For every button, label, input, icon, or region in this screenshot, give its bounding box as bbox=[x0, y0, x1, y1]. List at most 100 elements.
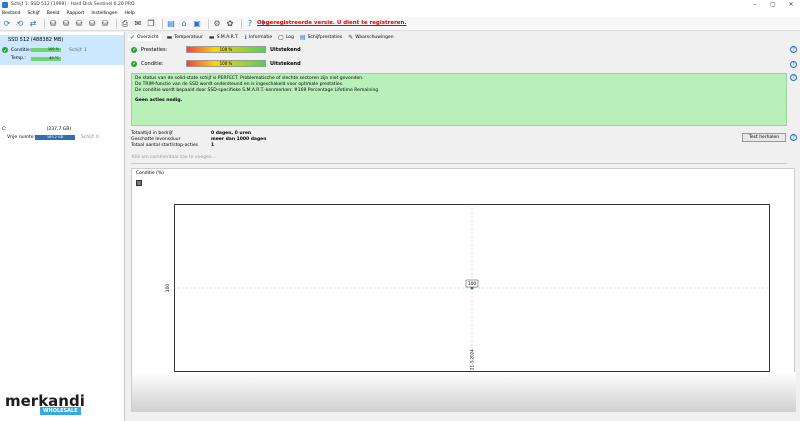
refresh-icon[interactable]: ⟳ bbox=[2, 19, 12, 29]
tab-alerts[interactable]: ✎ Waarschuwingen bbox=[348, 34, 393, 41]
sidebar-condition-row: ✔ Conditie: 100 % Schijf: 1 bbox=[2, 47, 87, 53]
free-space-label: Vrije ruimte: bbox=[7, 135, 36, 140]
tab-temperature[interactable]: ▬ Temperatuur bbox=[167, 34, 203, 41]
health-chart-panel: Conditie (%) 100 21-3-2024 100 bbox=[131, 168, 796, 412]
volume-free-row: Vrije ruimte: 163,2 GB Schijf: 0 bbox=[7, 135, 99, 140]
surface-test-icon[interactable]: ⛁ bbox=[74, 19, 84, 29]
window-title: Schijf 1: SSD 512 [1969] - Hard Disk Sen… bbox=[11, 2, 135, 7]
tab-label: S.M.A.R.T. bbox=[216, 35, 239, 40]
health-bar: 100 % bbox=[186, 60, 266, 67]
sidebar-disk-number: Schijf: 1 bbox=[69, 47, 87, 53]
repeat-test-button[interactable]: Test herhalen bbox=[742, 133, 786, 142]
performance-value: 100 % bbox=[219, 47, 233, 52]
image-icon[interactable]: ▣ bbox=[192, 19, 202, 29]
check-icon: ✔ bbox=[130, 34, 136, 41]
cog-icon[interactable]: ✿ bbox=[225, 19, 235, 29]
refresh-all-icon[interactable]: ⟲ bbox=[15, 19, 25, 29]
message-line: De conditie wordt bepaald door SSD-speci… bbox=[135, 88, 379, 93]
disk-list-item[interactable]: SSD 512 (488382 MB) ✔ Conditie: 100 % Sc… bbox=[0, 35, 124, 65]
performance-row: ✔ Prestaties: 100 % Uitstekend bbox=[131, 46, 301, 53]
document-icon[interactable]: ▤ bbox=[166, 19, 176, 29]
performance-verdict: Uitstekend bbox=[270, 46, 301, 53]
comment-input[interactable]: Klik om commentaar toe te voegen... bbox=[131, 155, 787, 164]
chart-y-tick-label: 100 bbox=[165, 284, 171, 293]
chart-svg: 100 21-3-2024 100 bbox=[165, 204, 770, 372]
sidebar-condition-label: Conditie: bbox=[11, 47, 32, 53]
menu-view[interactable]: Beeld bbox=[47, 11, 60, 16]
tab-bar: ✔ Overzicht ▬ Temperatuur ▬ S.M.A.R.T. ℹ Inf… bbox=[128, 33, 400, 42]
health-verdict: Uitstekend bbox=[270, 60, 301, 67]
help-icon[interactable]: ? bbox=[245, 19, 255, 29]
chart-data-label: 100 bbox=[468, 281, 477, 287]
message-action: Geen acties nodig. bbox=[135, 98, 183, 103]
volume-letter: C: bbox=[2, 127, 7, 132]
disk-name: SSD 512 (488382 MB) bbox=[8, 37, 64, 43]
menu-bar: Bestand Schijf Beeld Rapport Instellinge… bbox=[0, 9, 800, 17]
app-icon bbox=[2, 1, 8, 8]
sync-icon[interactable]: ⇄ bbox=[28, 19, 38, 29]
tab-information[interactable]: ℹ Informatie bbox=[245, 34, 273, 41]
info-key: Totaal aantal start/stop-acties bbox=[131, 143, 198, 148]
performance-bar: 100 % bbox=[186, 46, 266, 53]
health-label: Conditie: bbox=[141, 60, 164, 67]
tab-overview[interactable]: ✔ Overzicht bbox=[128, 34, 161, 41]
sidebar-condition-bar: 100 % bbox=[31, 47, 61, 52]
title-bar: Schijf 1: SSD 512 [1969] - Hard Disk Sen… bbox=[0, 0, 800, 9]
help-icon[interactable]: ? bbox=[790, 46, 797, 53]
tab-performance[interactable]: ▤ Schijfprestaties bbox=[300, 34, 342, 41]
tab-label: Waarschuwingen bbox=[355, 35, 394, 40]
tab-label: Schijfprestaties bbox=[307, 35, 343, 40]
sidebar-temp-value: 40 °C bbox=[49, 55, 59, 60]
toolbar-separator bbox=[208, 18, 209, 29]
tab-label: Temperatuur bbox=[174, 35, 203, 40]
menu-report[interactable]: Rapport bbox=[66, 11, 84, 16]
tab-label: Log bbox=[285, 35, 294, 40]
document-icon: ▢ bbox=[278, 34, 284, 41]
send-report-icon[interactable]: ✉ bbox=[133, 19, 143, 29]
check-icon: ✔ bbox=[131, 46, 137, 53]
info-row: Totaal aantal start/stop-acties 1 bbox=[131, 143, 266, 149]
free-space-bar: 163,2 GB bbox=[35, 135, 75, 140]
disk-icon[interactable]: ⛁ bbox=[48, 19, 58, 29]
sidebar: SSD 512 (488382 MB) ✔ Conditie: 100 % Sc… bbox=[0, 32, 125, 421]
health-value: 100 % bbox=[219, 61, 233, 66]
tab-log[interactable]: ▢ Log bbox=[278, 34, 294, 41]
volume-item[interactable]: C: (237,7 GB) Vrije ruimte: 163,2 GB Sch… bbox=[2, 127, 124, 147]
tab-label: Informatie bbox=[248, 35, 273, 40]
sidebar-temp-bar: 40 °C bbox=[31, 55, 61, 61]
copy-icon[interactable]: ❐ bbox=[146, 19, 156, 29]
print-icon[interactable]: ⎙ bbox=[120, 19, 130, 29]
sidebar-temp-label: Temp.: bbox=[11, 56, 26, 61]
status-message-box: De status van de solid-state schijf is P… bbox=[131, 73, 787, 126]
home-icon[interactable]: ⌂ bbox=[179, 19, 189, 29]
help-icon[interactable]: ? bbox=[790, 134, 797, 141]
disk-settings-icon[interactable]: ⛁ bbox=[87, 19, 97, 29]
check-icon: ✔ bbox=[2, 47, 8, 53]
tab-label: Overzicht bbox=[137, 35, 159, 40]
tab-smart[interactable]: ▬ S.M.A.R.T. bbox=[209, 34, 239, 41]
menu-help[interactable]: Help bbox=[124, 11, 134, 16]
menu-file[interactable]: Bestand bbox=[2, 11, 20, 16]
volume-disk-ref: Schijf: 0 bbox=[81, 135, 99, 140]
sidebar-temp-row: Temp.: 40 °C bbox=[11, 56, 61, 61]
volume-header: C: (237,7 GB) bbox=[2, 127, 71, 132]
thermometer-icon: ▬ bbox=[166, 34, 173, 41]
help-icon[interactable]: ? bbox=[790, 74, 797, 81]
help-icon[interactable]: ? bbox=[790, 61, 797, 68]
gear-icon[interactable]: ⚙ bbox=[212, 19, 222, 29]
menu-settings[interactable]: Instellingen bbox=[91, 11, 117, 16]
health-row: ✔ Conditie: 100 % Uitstekend bbox=[131, 60, 301, 67]
chart-icon: ▤ bbox=[299, 34, 306, 41]
minimize-button[interactable]: – bbox=[746, 0, 764, 9]
toolbar-separator bbox=[162, 18, 163, 29]
check-icon: ✔ bbox=[131, 60, 137, 67]
disk-test-icon[interactable]: ⛁ bbox=[61, 19, 71, 29]
close-button[interactable]: ✕ bbox=[782, 0, 800, 9]
maximize-button[interactable]: ▢ bbox=[764, 0, 782, 9]
disk-info-icon[interactable]: ⛁ bbox=[100, 19, 110, 29]
info-value: 1 bbox=[211, 143, 215, 148]
performance-label: Prestaties: bbox=[141, 46, 168, 53]
info-value: meer dan 1000 dagen bbox=[211, 137, 267, 142]
menu-disk[interactable]: Schijf bbox=[27, 11, 39, 16]
unregistered-link[interactable]: Ongeregistreerde versie. U dient te regi… bbox=[257, 20, 407, 26]
